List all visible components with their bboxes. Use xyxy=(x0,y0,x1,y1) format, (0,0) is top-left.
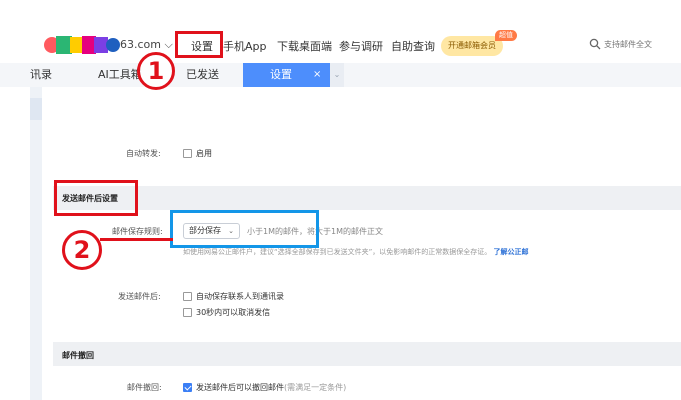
close-icon[interactable]: × xyxy=(313,63,321,87)
notary-mail-link[interactable]: 了解公正邮 xyxy=(494,248,529,256)
recall-label: 邮件撤回: xyxy=(127,383,162,392)
tab-settings[interactable]: 设置 × xyxy=(243,63,330,87)
chevron-down-icon[interactable]: ⌄ xyxy=(330,63,344,87)
annotation-pointer-line xyxy=(100,238,173,241)
recall-option-text: 发送邮件后可以撤回邮件 xyxy=(196,383,284,392)
tab-sent[interactable]: 已发送 xyxy=(186,63,219,87)
auto-forward-option: 启用 xyxy=(196,149,212,158)
tab-ai-toolbox[interactable]: AI工具箱 xyxy=(98,63,142,87)
undo-send-option: 30秒内可以取消发信 xyxy=(196,308,271,317)
tab-settings-label: 设置 xyxy=(270,68,292,81)
search-icon[interactable] xyxy=(589,38,601,50)
annotation-step-1: 1 xyxy=(137,52,175,90)
after-send-label: 发送邮件后: xyxy=(118,292,161,301)
nav-self-service[interactable]: 自助查询 xyxy=(391,38,435,54)
auto-forward-label: 自动转发: xyxy=(126,149,161,158)
nav-mobile-app[interactable]: 手机App xyxy=(223,38,267,54)
search-input[interactable] xyxy=(604,35,681,53)
save-rule-hint-text: 如使用网易公正邮件户，建议“选择全部保存到已发送文件夹”，以免影响邮件的正常数据… xyxy=(183,248,492,256)
recall-section-title: 邮件撤回 xyxy=(62,351,94,360)
recall-section-header xyxy=(53,342,681,366)
nav-survey[interactable]: 参与调研 xyxy=(339,38,383,54)
recall-checkbox[interactable] xyxy=(183,383,192,392)
save-rule-label: 邮件保存规则: xyxy=(112,227,163,236)
recall-option-note: (需满足一定条件) xyxy=(284,383,347,392)
annotation-box-settings-nav xyxy=(175,31,223,58)
auto-save-contacts-checkbox[interactable] xyxy=(183,292,192,301)
nav-download-desktop[interactable]: 下载桌面端 xyxy=(277,38,332,54)
vip-upgrade-button[interactable]: 开通邮箱会员 xyxy=(441,36,503,56)
tab-contacts[interactable]: 讯录 xyxy=(30,63,52,87)
recall-option: 发送邮件后可以撤回邮件(需满足一定条件) xyxy=(196,382,346,393)
domain-selector[interactable]: 63.com ⌵ xyxy=(120,38,173,52)
annotation-box-save-rule xyxy=(170,210,319,248)
settings-sidebar xyxy=(30,87,42,400)
auto-save-contacts-option: 自动保存联系人到通讯录 xyxy=(196,292,284,301)
annotation-step-2: 2 xyxy=(62,230,102,270)
save-rule-hint: 如使用网易公正邮件户，建议“选择全部保存到已发送文件夹”，以免影响邮件的正常数据… xyxy=(183,247,529,257)
mail-settings-screen: 63.com ⌵ 设置 手机App 下载桌面端 参与调研 自助查询 开通邮箱会员… xyxy=(0,0,681,400)
mail-logo-icon[interactable] xyxy=(44,35,122,55)
vip-promo-badge: 超值 xyxy=(495,30,517,41)
auto-forward-checkbox[interactable] xyxy=(183,149,192,158)
after-send-section-header xyxy=(53,186,681,210)
sidebar-selected-item[interactable] xyxy=(30,98,42,120)
undo-send-checkbox[interactable] xyxy=(183,308,192,317)
annotation-box-section xyxy=(54,180,138,216)
